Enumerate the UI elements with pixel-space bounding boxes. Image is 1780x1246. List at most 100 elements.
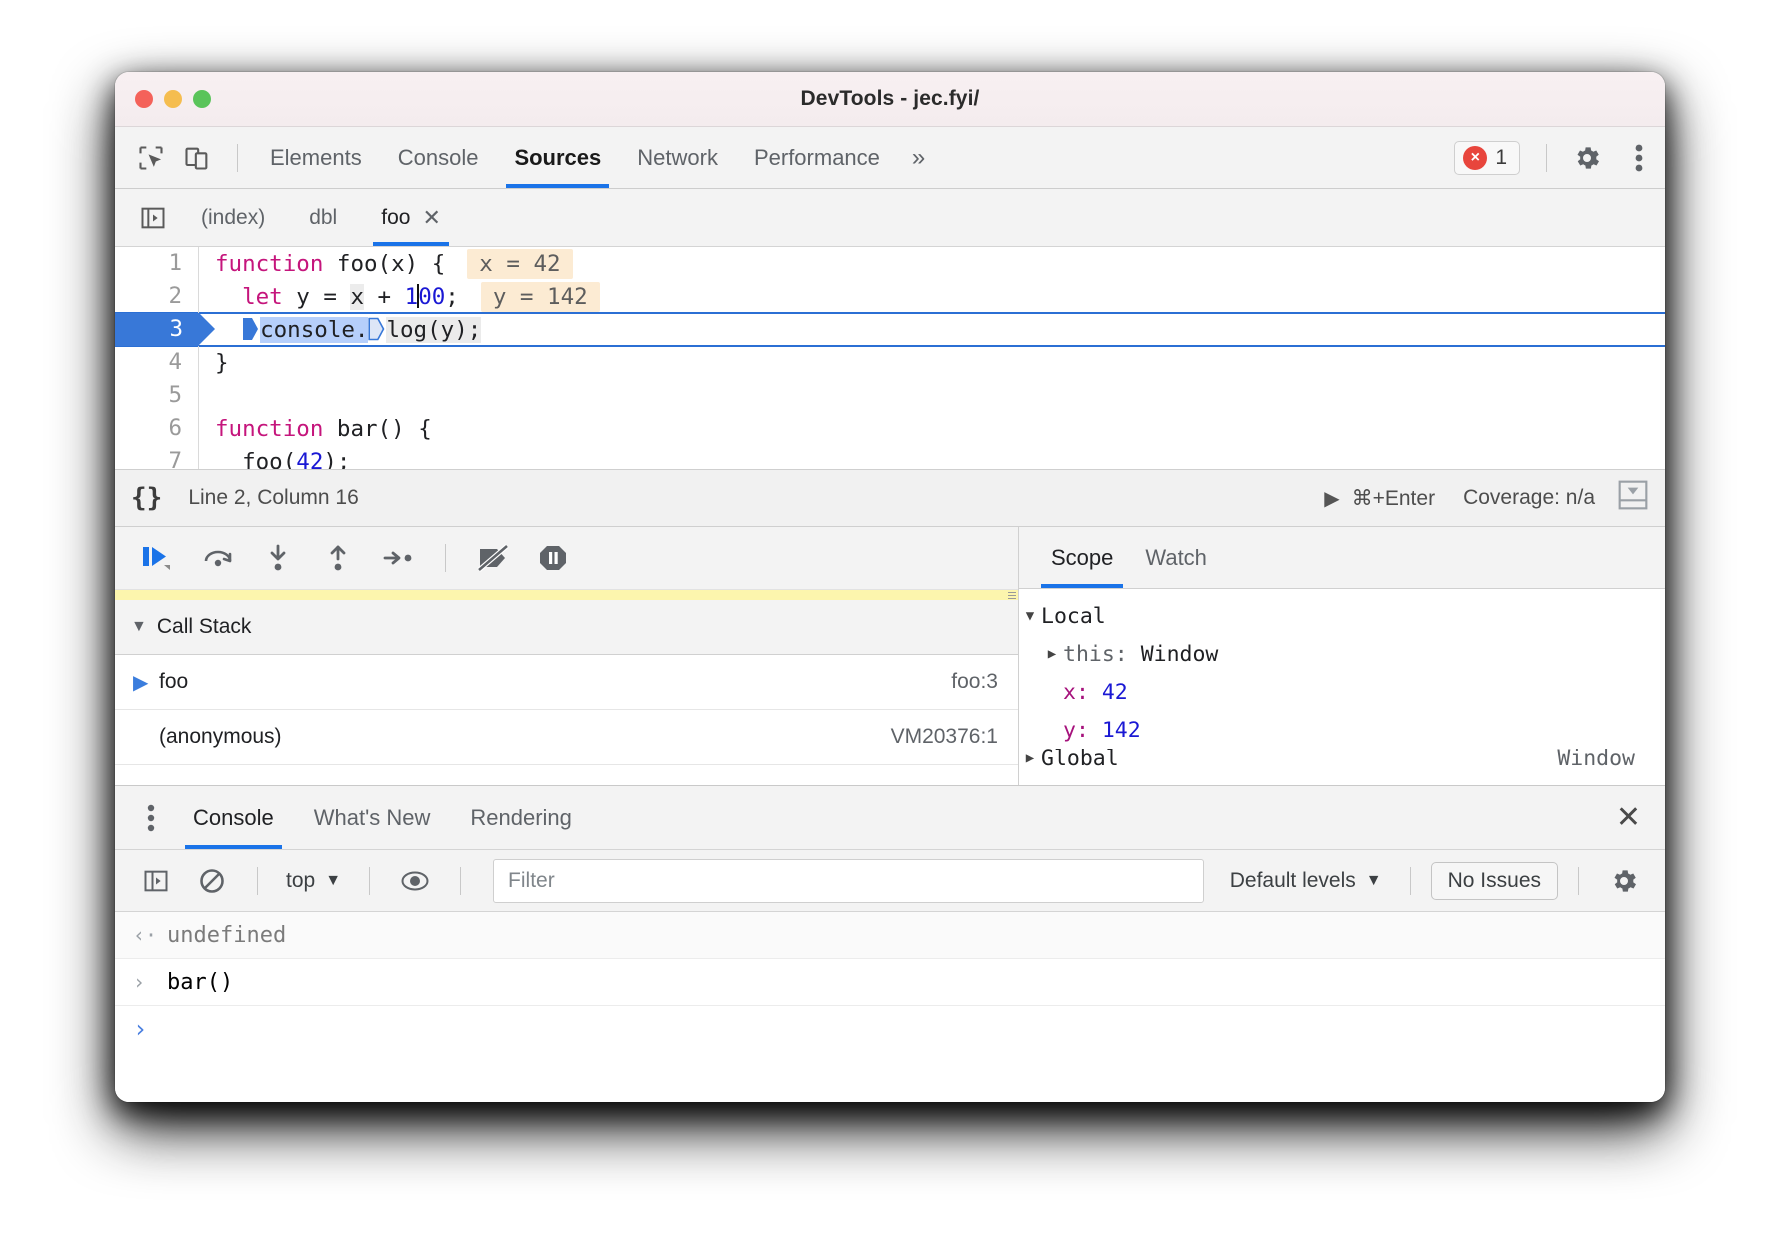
step-over-next-function-call-button[interactable] xyxy=(191,531,245,585)
main-toolbar: Elements Console Sources Network Perform… xyxy=(115,127,1665,189)
expand-icon: ▼ xyxy=(1019,608,1041,624)
scope-key: this: xyxy=(1063,642,1128,667)
kebab-menu-icon[interactable] xyxy=(1613,132,1665,184)
code-editor[interactable]: 1 function foo(x) {x = 42 2 let y = x + … xyxy=(115,247,1665,469)
scope-row-y[interactable]: y: 142 xyxy=(1019,711,1665,749)
drawer-tab-console[interactable]: Console xyxy=(173,787,294,849)
issues-button[interactable]: No Issues xyxy=(1431,862,1558,900)
step-out-of-current-function-button[interactable] xyxy=(311,531,365,585)
run-snippet-icon[interactable]: ▶ xyxy=(1324,486,1339,511)
console-context-selector[interactable]: top ▼ xyxy=(278,869,349,893)
deactivate-breakpoints-button[interactable] xyxy=(466,531,520,585)
source-tab-dbl[interactable]: dbl xyxy=(287,190,359,246)
tab-watch[interactable]: Watch xyxy=(1129,528,1223,588)
console-context-label: top xyxy=(286,869,315,893)
call-stack-frame-anonymous[interactable]: (anonymous) VM20376:1 xyxy=(115,710,1018,765)
console-message-text: bar() xyxy=(167,970,233,995)
call-stack-header[interactable]: ▼ Call Stack xyxy=(115,600,1018,655)
error-icon: × xyxy=(1463,146,1487,170)
drawer-tab-whats-new[interactable]: What's New xyxy=(294,787,451,849)
console-prompt[interactable]: › xyxy=(115,1006,1665,1052)
console-toolbar: top ▼ Filter Default levels ▼ xyxy=(115,850,1665,912)
scope-section-value: Window xyxy=(1557,749,1635,767)
error-count: 1 xyxy=(1495,146,1507,170)
call-stack-frame-location: foo:3 xyxy=(951,670,998,694)
debugger-side-pane: Scope Watch ▼Local ▶this: Window x: 42 y… xyxy=(1019,527,1665,785)
tab-elements[interactable]: Elements xyxy=(252,128,380,188)
toolbar-divider xyxy=(237,144,238,172)
source-tab-dbl-label: dbl xyxy=(309,190,337,246)
console-filter-input[interactable]: Filter xyxy=(493,859,1204,903)
device-toolbar-icon[interactable] xyxy=(177,138,217,178)
clear-console-icon[interactable] xyxy=(187,856,237,906)
live-expression-icon[interactable] xyxy=(390,856,440,906)
call-stack-frame-location: VM20376:1 xyxy=(891,725,998,749)
console-log-levels-selector[interactable]: Default levels ▼ xyxy=(1222,869,1390,893)
code-line-1: 1 function foo(x) {x = 42 xyxy=(115,247,1665,280)
scope-row-x[interactable]: x: 42 xyxy=(1019,673,1665,711)
tab-sources[interactable]: Sources xyxy=(496,128,619,188)
close-tab-icon[interactable]: ✕ xyxy=(422,190,440,246)
console-settings-gear-icon[interactable] xyxy=(1599,856,1649,906)
source-tab-index[interactable]: (index) xyxy=(179,190,287,246)
console-log-levels-label: Default levels xyxy=(1230,869,1356,893)
line-number-3[interactable]: 3 xyxy=(115,313,199,346)
token-log: log(y); xyxy=(386,317,481,343)
source-tab-foo-label: foo xyxy=(381,190,410,246)
cursor-position: Line 2, Column 16 xyxy=(188,486,358,510)
line-number-7[interactable]: 7 xyxy=(115,445,199,469)
line-number-5[interactable]: 5 xyxy=(115,379,199,412)
line-number-1[interactable]: 1 xyxy=(115,247,199,280)
line-number-4[interactable]: 4 xyxy=(115,346,199,379)
paused-indicator-bar xyxy=(115,589,1018,600)
gear-icon[interactable] xyxy=(1561,132,1613,184)
more-tabs-icon[interactable]: » xyxy=(898,144,939,172)
show-navigator-icon[interactable] xyxy=(133,198,173,238)
console-message-list: ‹· undefined › bar() › xyxy=(115,912,1665,1102)
debugger-toolbar xyxy=(115,527,1018,589)
source-file-tabs: (index) dbl foo ✕ xyxy=(115,189,1665,247)
drawer-tab-rendering[interactable]: Rendering xyxy=(450,787,592,849)
call-stack-frame-foo[interactable]: ▶ foo foo:3 xyxy=(115,655,1018,710)
tab-scope[interactable]: Scope xyxy=(1035,528,1129,588)
inline-value-y: y = 142 xyxy=(481,282,600,312)
drawer-tab-bar: Console What's New Rendering ✕ xyxy=(115,786,1665,850)
scope-section-global[interactable]: ▶GlobalWindow xyxy=(1019,749,1665,767)
error-count-badge[interactable]: × 1 xyxy=(1454,141,1520,175)
devtools-window: DevTools - jec.fyi/ Elements Console Sou… xyxy=(115,72,1665,1102)
scope-section-label: Global xyxy=(1041,749,1119,767)
tab-console[interactable]: Console xyxy=(380,128,497,188)
pause-on-exceptions-button[interactable] xyxy=(526,531,580,585)
console-divider-5 xyxy=(1578,867,1579,895)
collapse-icon: ▼ xyxy=(131,618,147,636)
line-number-2[interactable]: 2 xyxy=(115,280,199,313)
input-marker-icon: › xyxy=(133,970,167,994)
run-shortcut-label: ⌘+Enter xyxy=(1352,486,1435,511)
show-drawer-icon[interactable] xyxy=(1617,480,1649,516)
scope-row-this[interactable]: ▶this: Window xyxy=(1019,635,1665,673)
close-drawer-icon[interactable]: ✕ xyxy=(1616,800,1641,835)
scope-section-local[interactable]: ▼Local xyxy=(1019,597,1665,635)
step-target-selected-chevron[interactable] xyxy=(242,317,259,341)
console-message-text: undefined xyxy=(167,923,286,948)
inspect-element-icon[interactable] xyxy=(131,138,171,178)
step-target-chevron[interactable] xyxy=(368,317,385,341)
pretty-print-icon[interactable]: {} xyxy=(131,483,162,513)
step-into-next-function-call-button[interactable] xyxy=(251,531,305,585)
step-button[interactable] xyxy=(371,531,425,585)
scope-value: 42 xyxy=(1102,680,1128,705)
drawer-kebab-menu-icon[interactable] xyxy=(129,803,173,833)
code-line-4-text: } xyxy=(199,350,229,376)
debugger-left-pane: ▼ Call Stack ▶ foo foo:3 (anonymous) VM2… xyxy=(115,527,1019,785)
source-tab-foo[interactable]: foo ✕ xyxy=(359,190,463,246)
tab-performance[interactable]: Performance xyxy=(736,128,898,188)
tab-network[interactable]: Network xyxy=(619,128,736,188)
console-divider-3 xyxy=(460,867,461,895)
console-sidebar-icon[interactable] xyxy=(131,856,181,906)
coverage-label: Coverage: n/a xyxy=(1463,486,1595,510)
line-number-6[interactable]: 6 xyxy=(115,412,199,445)
scope-list: ▼Local ▶this: Window x: 42 y: 142 ▶Globa… xyxy=(1019,589,1665,785)
window-title-bar: DevTools - jec.fyi/ xyxy=(115,72,1665,127)
console-drawer: Console What's New Rendering ✕ xyxy=(115,785,1665,1102)
resume-script-execution-button[interactable] xyxy=(131,531,185,585)
